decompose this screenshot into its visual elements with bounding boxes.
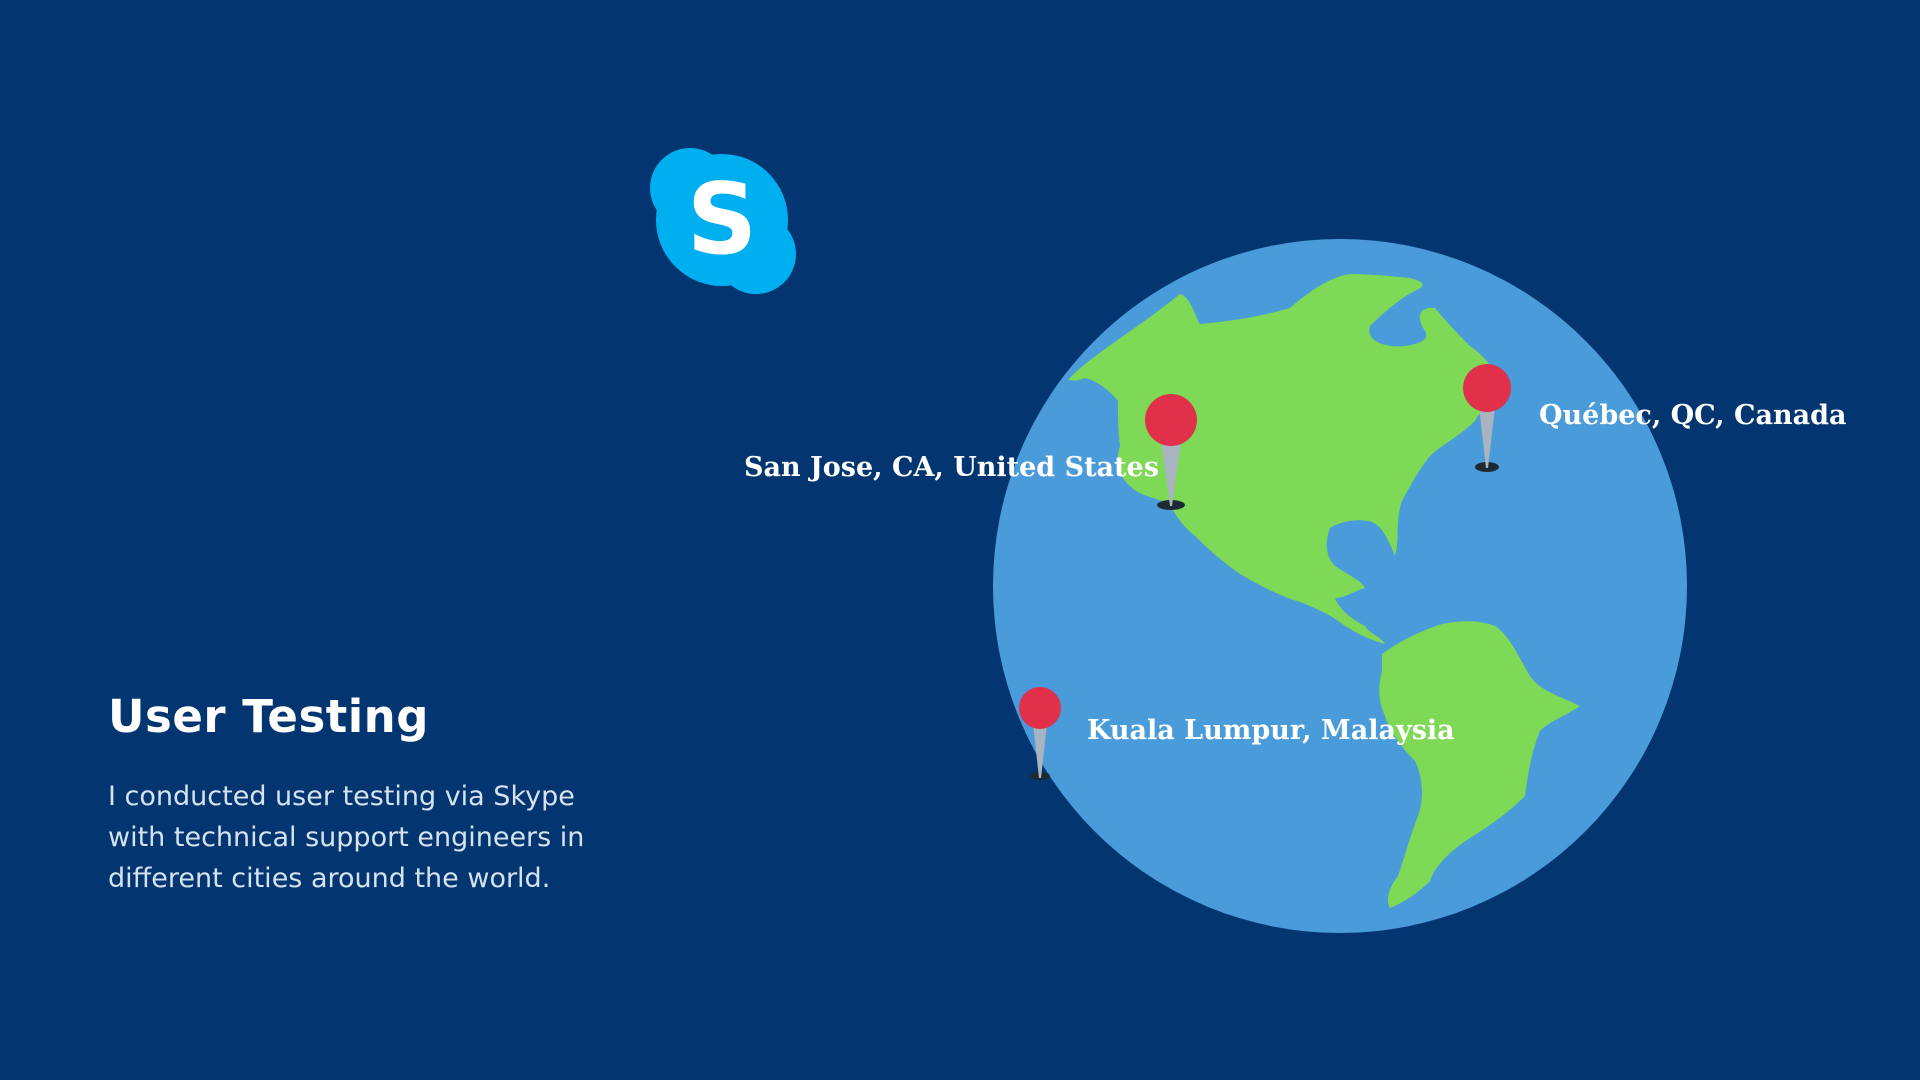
skype-icon: S (650, 148, 796, 294)
map-pin-icon (1019, 687, 1061, 780)
description-line: with technical support engineers in (108, 822, 585, 853)
description-line: I conducted user testing via Skype (108, 781, 575, 812)
location-label-kuala-lumpur: Kuala Lumpur, Malaysia (1087, 715, 1455, 746)
section-description: I conducted user testing via Skype with … (108, 776, 628, 899)
map-pin-icon (1463, 364, 1511, 472)
skype-logo-letter: S (687, 163, 758, 277)
section-title: User Testing (108, 690, 429, 743)
location-label-quebec: Québec, QC, Canada (1539, 400, 1847, 431)
location-label-san-jose: San Jose, CA, United States (744, 452, 1159, 483)
description-line: different cities around the world. (108, 863, 551, 894)
slide: S San Jose, CA, United States Québec, QC… (0, 0, 1920, 1080)
globe-icon (993, 239, 1687, 933)
